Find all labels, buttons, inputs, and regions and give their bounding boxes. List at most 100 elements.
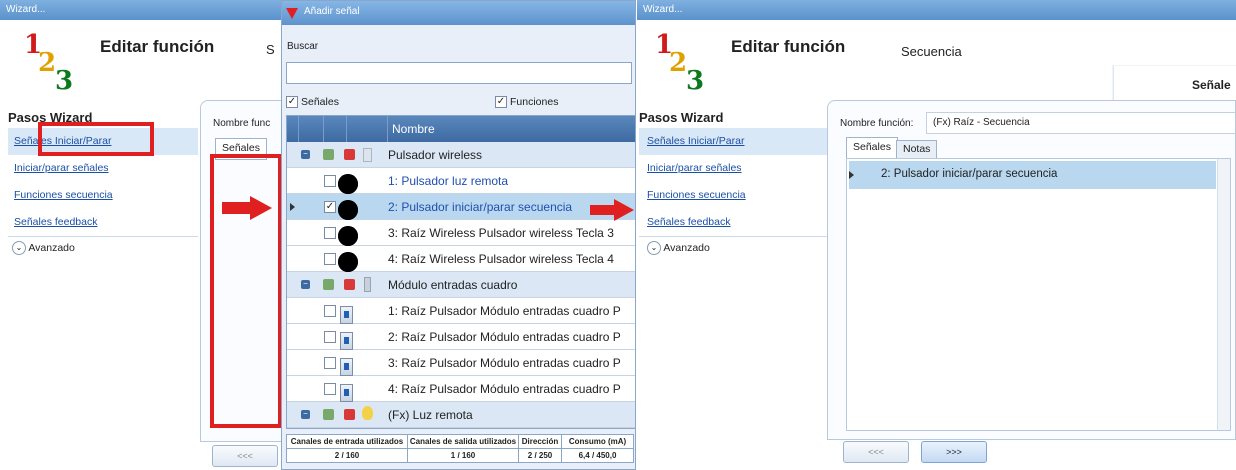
usage-header: Canales de salida utilizados: [408, 435, 519, 448]
right-signal-item[interactable]: 2: Pulsador iniciar/parar secuencia: [849, 161, 1216, 189]
left-step-label[interactable]: Iniciar/parar señales: [14, 162, 109, 174]
check-all-icon[interactable]: [323, 409, 334, 420]
left-advanced-toggle[interactable]: ⌄ Avanzado: [8, 237, 198, 259]
signal-checkbox[interactable]: [324, 253, 336, 265]
left-advanced-label: Avanzado: [28, 242, 75, 254]
left-prev-button[interactable]: <<<: [212, 445, 278, 467]
left-step[interactable]: Funciones secuencia: [8, 182, 198, 209]
search-input[interactable]: [286, 62, 632, 84]
right-step-label[interactable]: Señales feedback: [647, 216, 730, 228]
right-content-panel: Nombre función: (Fx) Raíz - Secuencia Se…: [827, 100, 1236, 440]
left-step[interactable]: Iniciar/parar señales: [8, 155, 198, 182]
right-advanced-toggle[interactable]: ⌄ Avanzado: [639, 237, 827, 259]
collapse-icon[interactable]: −: [301, 280, 310, 289]
left-page-title-trail: S: [266, 42, 275, 57]
column-header-name[interactable]: Nombre: [388, 116, 435, 142]
right-step-label[interactable]: Señales Iniciar/Parar: [647, 135, 744, 147]
light-bulb-icon: [362, 406, 373, 420]
signal-checkbox[interactable]: ✓: [324, 201, 336, 213]
usage-header: Dirección: [519, 435, 562, 448]
signal-grid: Nombre − Pulsador wireless 1: Pulsador l…: [286, 115, 636, 429]
input-module-icon: [340, 383, 353, 402]
left-step-label[interactable]: Funciones secuencia: [14, 189, 113, 201]
right-step[interactable]: Iniciar/parar señales: [639, 155, 827, 182]
right-signal-label: 2: Pulsador iniciar/parar secuencia: [881, 168, 1058, 180]
collapse-icon[interactable]: −: [301, 150, 310, 159]
dialog-title: Añadir señal: [304, 6, 360, 17]
signal-label: 3: Raíz Wireless Pulsador wireless Tecla…: [388, 226, 614, 240]
right-prev-button[interactable]: <<<: [843, 441, 909, 463]
right-steps-list: Señales Iniciar/Parar Iniciar/parar seña…: [639, 128, 827, 259]
group-row[interactable]: − (Fx) Luz remota: [287, 402, 635, 428]
right-tab-strip: Señale: [1113, 66, 1236, 102]
add-signal-dialog: Añadir señal Buscar ✓ Señales ✓ Funcione…: [281, 0, 636, 470]
collapse-icon[interactable]: −: [301, 410, 310, 419]
group-row[interactable]: − Módulo entradas cuadro: [287, 272, 635, 298]
dialog-titlebar: Añadir señal: [282, 1, 635, 25]
right-tab-strip-label[interactable]: Señale: [1192, 78, 1231, 92]
usage-header: Canales de entrada utilizados: [287, 435, 408, 448]
group-label: Pulsador wireless: [388, 148, 483, 162]
search-label: Buscar: [287, 41, 319, 52]
signal-row[interactable]: 1: Pulsador luz remota: [287, 168, 635, 194]
signal-row[interactable]: 4: Raíz Wireless Pulsador wireless Tecla…: [287, 246, 635, 272]
uncheck-all-icon[interactable]: [344, 149, 355, 160]
input-module-icon: [340, 305, 353, 324]
warning-triangle-icon: [286, 8, 298, 19]
right-logo-123: 1 2 3: [655, 30, 715, 96]
filter-signals[interactable]: ✓ Señales: [286, 96, 339, 108]
left-step-label[interactable]: Señales feedback: [14, 216, 97, 228]
usage-header: Consumo (mA): [568, 437, 627, 446]
signal-row-selected[interactable]: ✓ 2: Pulsador iniciar/parar secuencia: [287, 194, 635, 220]
input-module-icon: [340, 357, 353, 376]
list-scrollbar[interactable]: [1217, 159, 1230, 430]
signal-row[interactable]: 2: Raíz Pulsador Módulo entradas cuadro …: [287, 324, 635, 350]
signal-row[interactable]: 3: Raíz Wireless Pulsador wireless Tecla…: [287, 220, 635, 246]
grid-header: Nombre: [287, 116, 635, 142]
signal-row[interactable]: 4: Raíz Pulsador Módulo entradas cuadro …: [287, 376, 635, 402]
uncheck-all-icon[interactable]: [344, 279, 355, 290]
filter-functions[interactable]: ✓ Funciones: [495, 96, 558, 108]
right-tab-senales[interactable]: Señales: [846, 137, 898, 159]
signal-checkbox[interactable]: [324, 331, 336, 343]
right-function-name-field[interactable]: (Fx) Raíz - Secuencia: [926, 112, 1235, 134]
right-step-label[interactable]: Iniciar/parar señales: [647, 162, 742, 174]
wireless-button-icon: [338, 173, 358, 194]
right-step-selected[interactable]: Señales Iniciar/Parar: [639, 128, 827, 155]
signal-label: 1: Raíz Pulsador Módulo entradas cuadro …: [388, 304, 621, 318]
filter-signals-checkbox[interactable]: ✓: [286, 96, 298, 108]
row-pointer-icon: [849, 171, 854, 179]
signal-checkbox[interactable]: [324, 383, 336, 395]
left-step[interactable]: Señales feedback: [8, 209, 198, 237]
signal-checkbox[interactable]: [324, 305, 336, 317]
usage-value: 2 / 250: [519, 449, 562, 462]
left-window-titlebar: Wizard...: [0, 0, 282, 20]
arrow-right-icon: [590, 199, 636, 221]
row-pointer-icon: [290, 203, 295, 211]
right-wizard-window: Wizard... 1 2 3 Editar función Secuencia…: [637, 0, 1236, 470]
filter-functions-checkbox[interactable]: ✓: [495, 96, 507, 108]
right-step[interactable]: Funciones secuencia: [639, 182, 827, 209]
signal-row[interactable]: 3: Raíz Pulsador Módulo entradas cuadro …: [287, 350, 635, 376]
signal-checkbox[interactable]: [324, 357, 336, 369]
usage-header-row: Canales de entrada utilizados Canales de…: [287, 435, 633, 449]
right-step[interactable]: Señales feedback: [639, 209, 827, 237]
uncheck-all-icon[interactable]: [344, 409, 355, 420]
arrow-right-icon: [222, 196, 274, 220]
logo-digit-3: 3: [686, 66, 705, 96]
check-all-icon[interactable]: [323, 149, 334, 160]
signal-label: 2: Raíz Pulsador Módulo entradas cuadro …: [388, 330, 621, 344]
usage-value-row: 2 / 160 1 / 160 2 / 250 6,4 / 450,0: [287, 449, 633, 462]
filter-signals-label: Señales: [301, 96, 339, 108]
right-window-titlebar: Wizard...: [637, 0, 1236, 20]
chevron-down-icon: ⌄: [647, 241, 661, 256]
check-all-icon[interactable]: [323, 279, 334, 290]
signal-row[interactable]: 1: Raíz Pulsador Módulo entradas cuadro …: [287, 298, 635, 324]
group-row[interactable]: − Pulsador wireless: [287, 142, 635, 168]
usage-value: 1 / 160: [408, 449, 519, 462]
signal-checkbox[interactable]: [324, 175, 336, 187]
right-next-button[interactable]: >>>: [921, 441, 987, 463]
right-tab-notas[interactable]: Notas: [896, 140, 938, 159]
signal-checkbox[interactable]: [324, 227, 336, 239]
right-step-label[interactable]: Funciones secuencia: [647, 189, 746, 201]
